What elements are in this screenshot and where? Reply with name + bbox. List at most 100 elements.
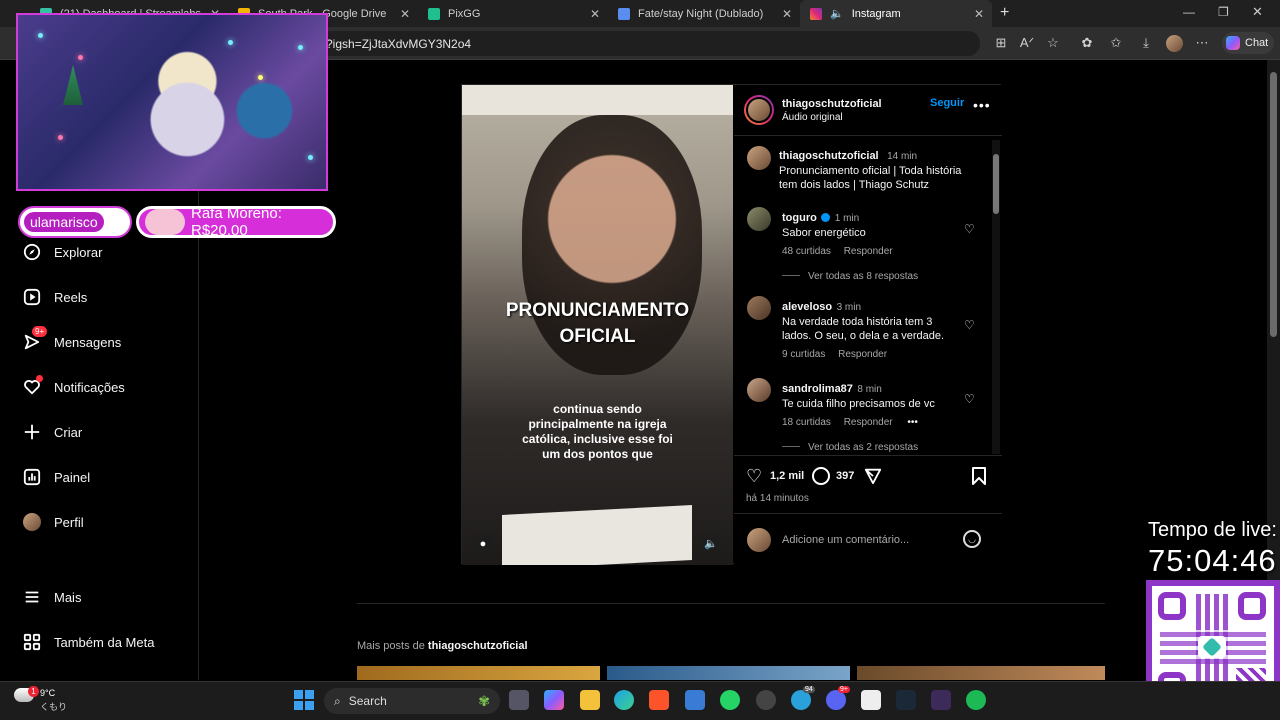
author-avatar[interactable] bbox=[744, 95, 774, 125]
microsoft-store-icon[interactable] bbox=[685, 690, 705, 710]
like-comment-icon[interactable]: ♡ bbox=[964, 222, 975, 236]
heart-icon bbox=[22, 375, 43, 397]
sidebar-item-mais[interactable]: Mais bbox=[22, 585, 81, 609]
taskbar-search-box[interactable]: ⌕ Search ✾ bbox=[324, 688, 500, 714]
speaker-icon[interactable]: 🔈 bbox=[830, 7, 844, 20]
weather-desc[interactable]: くもり bbox=[40, 700, 67, 713]
obs-icon[interactable] bbox=[756, 690, 776, 710]
tab-fate-stay-night[interactable]: Fate/stay Night (Dublado) ✕ bbox=[608, 0, 800, 27]
sidebar-item-tambem-da-meta[interactable]: Também da Meta bbox=[22, 630, 154, 654]
caption-block: thiagoschutzoficial 14 min Pronunciament… bbox=[779, 146, 979, 192]
whatsapp-icon[interactable] bbox=[720, 690, 740, 710]
more-posts-thumbnail[interactable] bbox=[607, 666, 850, 680]
audio-label[interactable]: Áudio original bbox=[782, 112, 843, 123]
more-options-icon[interactable]: ⋯ bbox=[1193, 35, 1211, 51]
comments-scrollbar[interactable] bbox=[992, 140, 1000, 454]
reply-button[interactable]: Responder bbox=[838, 349, 887, 360]
reel-video[interactable]: PRONUNCIAMENTO OFICIAL continua sendo pr… bbox=[462, 85, 733, 565]
like-comment-icon[interactable]: ♡ bbox=[964, 392, 975, 406]
page-scrollbar-thumb[interactable] bbox=[1270, 72, 1277, 337]
favorites-icon[interactable]: ✩ bbox=[1107, 35, 1125, 51]
more-posts-thumbnail[interactable] bbox=[857, 666, 1105, 680]
file-explorer-icon[interactable] bbox=[580, 690, 600, 710]
task-view-icon[interactable] bbox=[509, 690, 529, 710]
spotify-icon[interactable] bbox=[966, 690, 986, 710]
weather-badge: 1 bbox=[28, 686, 39, 697]
sidebar-item-label: Reels bbox=[54, 289, 88, 305]
caption-username[interactable]: thiagoschutzoficial bbox=[779, 150, 879, 162]
bookmark-icon[interactable] bbox=[971, 467, 987, 490]
extensions-icon[interactable]: ✿ bbox=[1078, 35, 1096, 51]
avatar bbox=[22, 512, 42, 532]
like-heart-icon[interactable]: ♡ bbox=[746, 466, 762, 487]
sidebar-item-criar[interactable]: Criar bbox=[22, 420, 82, 444]
likes-count[interactable]: 1,2 mil bbox=[770, 470, 804, 482]
follow-button[interactable]: Seguir bbox=[930, 97, 964, 109]
sidebar-item-reels[interactable]: Reels bbox=[22, 285, 87, 309]
edge-browser-icon[interactable] bbox=[614, 690, 634, 710]
copilot-chat-button[interactable]: Chat bbox=[1222, 32, 1274, 54]
discord-icon[interactable] bbox=[826, 690, 846, 710]
more-posts-thumbnail[interactable] bbox=[357, 666, 600, 680]
sidebar-item-mensagens[interactable]: 9+ Mensagens bbox=[22, 326, 121, 354]
restore-button[interactable]: ❐ bbox=[1218, 5, 1229, 19]
tab-pixgg[interactable]: PixGG ✕ bbox=[418, 0, 608, 27]
profile-avatar[interactable] bbox=[1166, 35, 1183, 52]
copilot-taskbar-icon[interactable] bbox=[544, 690, 564, 710]
share-icon[interactable] bbox=[864, 467, 882, 490]
windows-start-icon[interactable] bbox=[294, 690, 314, 710]
view-replies[interactable]: Ver todas as 2 respostas bbox=[782, 442, 918, 453]
author-username[interactable]: thiagoschutzoficial bbox=[782, 98, 882, 110]
downloads-icon[interactable]: ⤓ bbox=[1137, 35, 1155, 51]
comment-more-icon[interactable]: ••• bbox=[907, 417, 918, 428]
comments-count[interactable]: 397 bbox=[836, 470, 854, 482]
caption-line: um dos pontos que bbox=[542, 447, 653, 461]
new-tab-button[interactable]: + bbox=[1000, 4, 1009, 22]
reply-button[interactable]: Responder bbox=[844, 417, 893, 428]
tab-instagram[interactable]: 🔈 Instagram ✕ bbox=[800, 0, 992, 27]
close-tab-icon[interactable]: ✕ bbox=[400, 7, 410, 21]
close-tab-icon[interactable]: ✕ bbox=[590, 7, 600, 21]
comment-likes[interactable]: 48 curtidas bbox=[782, 246, 831, 257]
close-window-button[interactable]: ✕ bbox=[1252, 4, 1263, 20]
steam-icon[interactable] bbox=[896, 690, 916, 710]
comment-username[interactable]: aleveloso bbox=[782, 301, 832, 313]
comment-likes[interactable]: 9 curtidas bbox=[782, 349, 825, 360]
read-aloud-icon[interactable]: Aᐟ bbox=[1018, 35, 1036, 51]
view-replies[interactable]: Ver todas as 8 respostas bbox=[782, 271, 918, 282]
comment-avatar[interactable] bbox=[747, 378, 771, 402]
sidebar-item-notificacoes[interactable]: Notificações bbox=[22, 375, 125, 399]
more-options-icon[interactable]: ••• bbox=[973, 97, 991, 113]
comment-username[interactable]: sandrolima87 bbox=[782, 383, 853, 395]
close-tab-icon[interactable]: ✕ bbox=[782, 7, 792, 21]
favorite-star-icon[interactable]: ☆ bbox=[1044, 35, 1062, 51]
caption-avatar[interactable] bbox=[747, 146, 771, 170]
comment-avatar[interactable] bbox=[747, 207, 771, 231]
close-tab-icon[interactable]: ✕ bbox=[974, 7, 984, 21]
brave-browser-icon[interactable] bbox=[649, 690, 669, 710]
user-tag-icon[interactable]: ● bbox=[472, 533, 494, 555]
comment-likes[interactable]: 18 curtidas bbox=[782, 417, 831, 428]
app-icon[interactable] bbox=[931, 690, 951, 710]
telegram-icon[interactable] bbox=[791, 690, 811, 710]
comment-bubble-icon[interactable] bbox=[812, 467, 830, 485]
sidebar-item-perfil[interactable]: Perfil bbox=[22, 510, 84, 534]
reply-button[interactable]: Responder bbox=[844, 246, 893, 257]
scrollbar-thumb[interactable] bbox=[993, 154, 999, 214]
add-comment-input[interactable]: Adicione um comentário... bbox=[782, 534, 909, 546]
sidebar-item-explorar[interactable]: Explorar bbox=[22, 240, 102, 264]
emoji-icon[interactable]: ◡ bbox=[963, 530, 981, 548]
like-comment-icon[interactable]: ♡ bbox=[964, 318, 975, 332]
comment-username[interactable]: toguro bbox=[782, 212, 817, 224]
streamlabs-app-icon[interactable] bbox=[861, 690, 881, 710]
sidebar-item-painel[interactable]: Painel bbox=[22, 465, 90, 489]
pixgg-favicon-icon bbox=[428, 7, 440, 20]
weather-temp[interactable]: 9°C bbox=[40, 688, 55, 698]
messenger-icon: 9+ bbox=[22, 326, 48, 352]
comment-avatar[interactable] bbox=[747, 296, 771, 320]
url-text[interactable]: ?igsh=ZjJtaXdvMGY3N2o4 bbox=[326, 37, 471, 51]
minimize-button[interactable]: — bbox=[1183, 5, 1195, 19]
split-screen-icon[interactable]: ⊞ bbox=[992, 35, 1010, 51]
more-posts-username[interactable]: thiagoschutzoficial bbox=[428, 640, 528, 652]
mute-icon[interactable]: 🔈 bbox=[700, 533, 722, 555]
